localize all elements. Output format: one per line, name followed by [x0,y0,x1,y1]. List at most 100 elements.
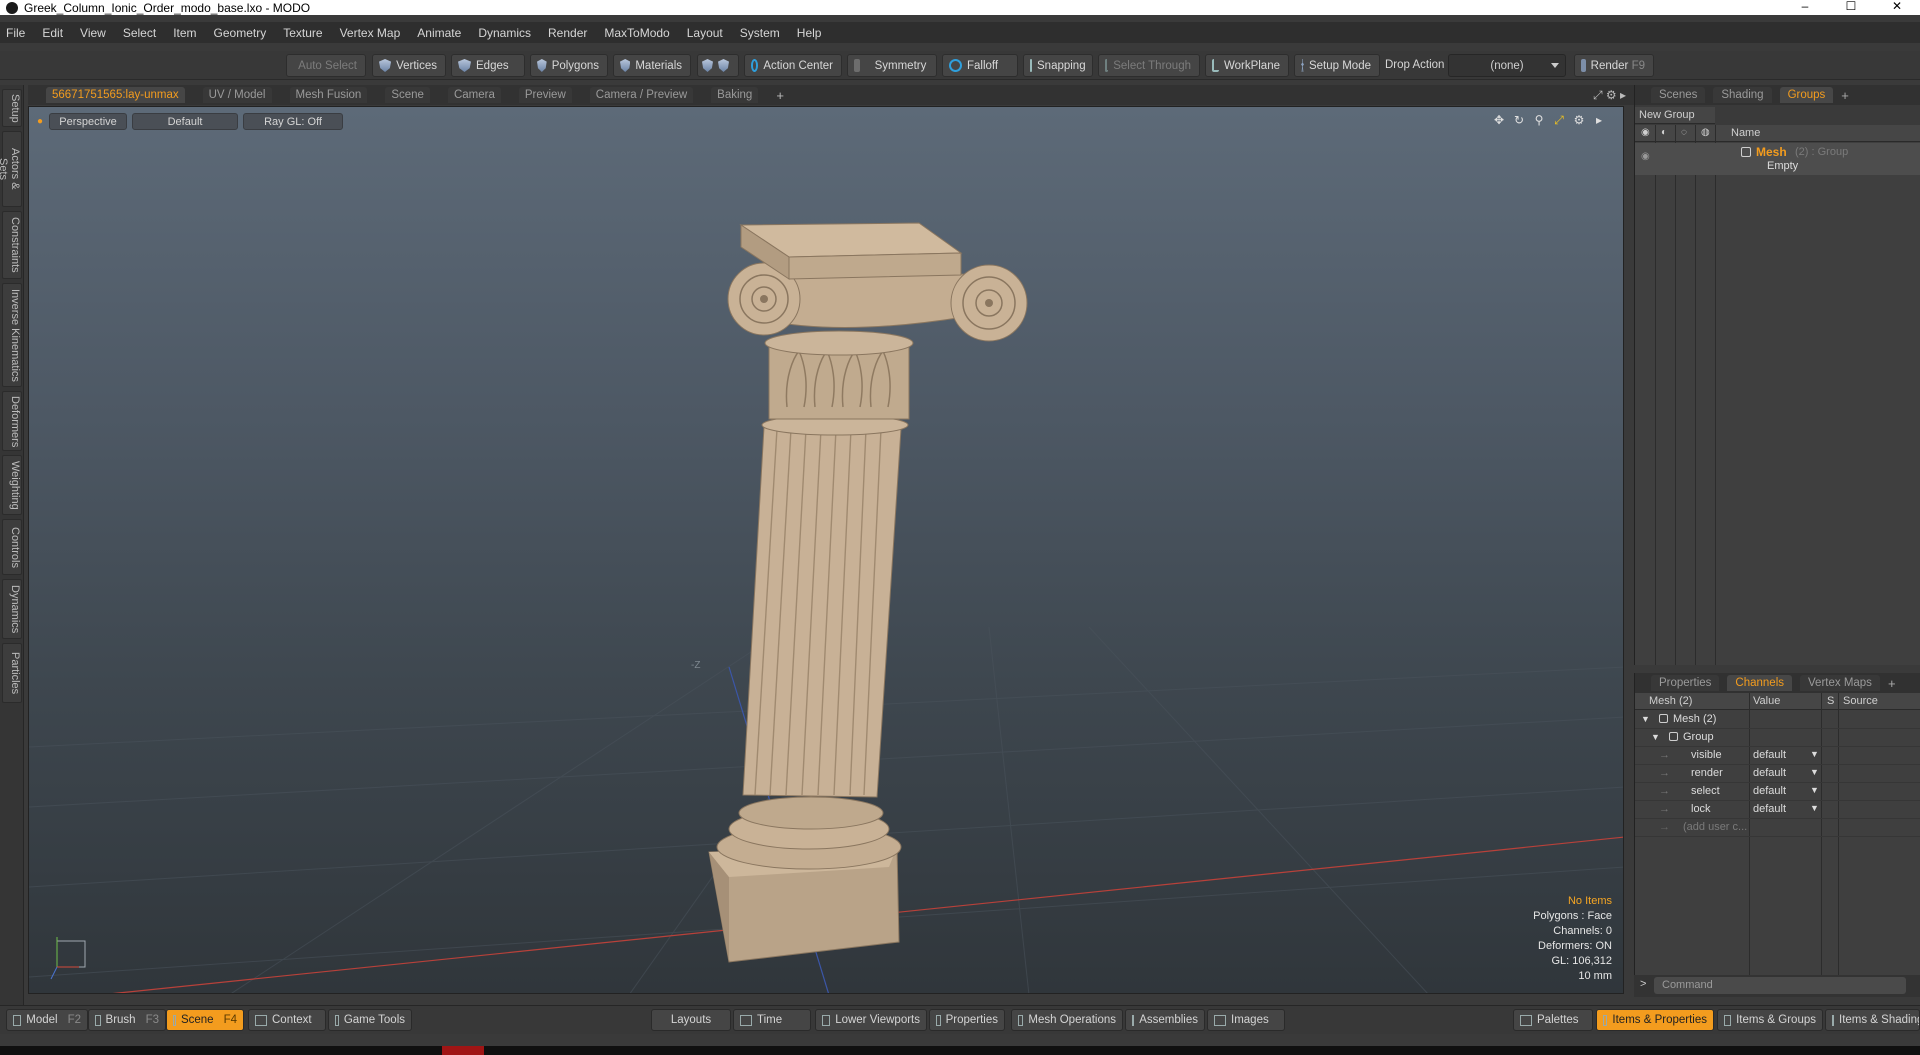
menu-animate[interactable]: Animate [417,26,461,40]
visibility-col-icon[interactable]: ◉ [1641,127,1650,138]
snapping-button[interactable]: Snapping [1023,54,1093,77]
materials-button[interactable]: Materials [613,54,691,77]
tab-preview[interactable]: Preview [518,87,572,103]
workplane-button[interactable]: WorkPlane [1205,54,1289,77]
render-col-icon[interactable]: ◐ [1661,127,1667,138]
menu-select[interactable]: Select [123,26,156,40]
menu-vertex-map[interactable]: Vertex Map [340,26,401,40]
time-button[interactable]: Time [733,1009,811,1031]
menu-maxtomodo[interactable]: MaxToModo [604,26,669,40]
menu-layout[interactable]: Layout [687,26,723,40]
tab-shading[interactable]: Shading [1713,87,1772,103]
tab-inverse-kinematics[interactable]: Inverse Kinematics [2,283,22,387]
lower-viewports-button[interactable]: Lower Viewports [815,1009,927,1031]
tab-camera[interactable]: Camera [447,87,501,103]
tab-scenes[interactable]: Scenes [1651,87,1706,103]
tab-vertex-maps[interactable]: Vertex Maps [1800,675,1880,691]
tree-row-group[interactable]: ▼ Group [1635,729,1920,747]
chevron-down-icon[interactable]: ▼ [1810,785,1819,795]
items-groups-button[interactable]: Items & Groups [1717,1009,1823,1031]
tab-scene[interactable]: Scene [385,87,430,103]
tab-particles[interactable]: Particles [2,643,22,703]
shading-mode-button[interactable]: Default [132,113,239,130]
tab-actors-sets[interactable]: Actors & Sets [0,131,22,207]
element-modes-button[interactable] [697,54,739,77]
tab-weighting[interactable]: Weighting [2,455,22,515]
chevron-down-icon[interactable]: ▼ [1810,749,1819,759]
polygons-button[interactable]: Polygons [530,54,608,77]
tree-row-mesh[interactable]: ▼ Mesh (2) [1635,711,1920,729]
images-button[interactable]: Images [1207,1009,1285,1031]
tab-dynamics[interactable]: Dynamics [2,579,22,639]
mesh-operations-button[interactable]: Mesh Operations [1011,1009,1123,1031]
lock-col-icon[interactable]: ◍ [1701,127,1710,138]
tab-uv-model[interactable]: UV / Model [202,87,272,103]
menu-render[interactable]: Render [548,26,587,40]
select-col-icon[interactable]: ◌ [1681,127,1687,138]
auto-select-button[interactable]: Auto Select [286,54,366,77]
name-column-header[interactable]: Name [1731,127,1760,139]
properties-button[interactable]: Properties [929,1009,1005,1031]
model-layout-button[interactable]: Model F2 [6,1009,88,1031]
pan-icon[interactable]: ✥ [1491,113,1507,129]
edges-button[interactable]: Edges [451,54,525,77]
viewport-menu-icon[interactable]: ● [37,113,43,130]
vertices-button[interactable]: Vertices [372,54,446,77]
channel-row-visible[interactable]: → visible default ▼ [1635,747,1920,765]
tab-groups[interactable]: Groups [1779,87,1834,103]
tab-baking[interactable]: Baking [711,87,759,103]
menu-texture[interactable]: Texture [283,26,322,40]
maximize-button[interactable]: ☐ [1828,0,1874,15]
group-row-mesh[interactable]: ◉ Mesh (2) : Group Empty [1635,143,1920,175]
scene-layout-button[interactable]: Scene F4 [166,1009,244,1031]
viewport-options-icon[interactable]: ⤢ ⚙ ▸ [1593,88,1626,103]
menu-edit[interactable]: Edit [42,26,63,40]
channels-header-source[interactable]: Source [1843,695,1878,707]
tab-layout-unmax[interactable]: 56671751565:lay-unmax [46,87,185,103]
menu-system[interactable]: System [740,26,780,40]
chevron-down-icon[interactable]: ▼ [1810,767,1819,777]
channel-row-select[interactable]: → select default ▼ [1635,783,1920,801]
falloff-button[interactable]: Falloff [942,54,1018,77]
close-button[interactable]: ✕ [1874,0,1920,15]
channel-row-lock[interactable]: → lock default ▼ [1635,801,1920,819]
add-tab-button[interactable]: + [776,88,784,103]
minimize-button[interactable]: – [1782,0,1828,15]
tab-properties[interactable]: Properties [1651,675,1720,691]
tab-constraints[interactable]: Constraints [2,211,22,279]
channel-value[interactable]: default [1753,785,1786,797]
channel-row-render[interactable]: → render default ▼ [1635,765,1920,783]
items-properties-button[interactable]: Items & Properties [1596,1009,1714,1031]
channel-value[interactable]: default [1753,749,1786,761]
tab-channels[interactable]: Channels [1727,675,1793,691]
items-shading-button[interactable]: Items & Shading [1825,1009,1920,1031]
symmetry-button[interactable]: Symmetry [847,54,937,77]
drop-action-select[interactable]: (none) [1448,54,1566,77]
tab-camera-preview[interactable]: Camera / Preview [589,87,694,103]
tab-setup[interactable]: Setup [2,89,22,127]
palettes-button[interactable]: Palettes [1513,1009,1593,1031]
viewport-arrow-icon[interactable]: ▸ [1591,113,1607,129]
chevron-down-icon[interactable]: ▼ [1810,803,1819,813]
perspective-button[interactable]: Perspective [49,113,128,130]
tab-deformers[interactable]: Deformers [2,391,22,451]
menu-geometry[interactable]: Geometry [214,26,267,40]
add-panel-tab-button[interactable]: + [1841,88,1849,103]
expand-arrow-icon[interactable]: ▼ [1651,732,1660,742]
brush-layout-button[interactable]: Brush F3 [88,1009,166,1031]
tab-mesh-fusion[interactable]: Mesh Fusion [289,87,368,103]
menu-item[interactable]: Item [173,26,196,40]
fit-icon[interactable]: ⤢ [1551,113,1567,129]
raygl-button[interactable]: Ray GL: Off [243,113,344,130]
assemblies-button[interactable]: Assemblies [1125,1009,1205,1031]
row-visibility-icon[interactable]: ◉ [1641,151,1650,162]
game-tools-layout-button[interactable]: Game Tools [328,1009,412,1031]
menu-help[interactable]: Help [797,26,822,40]
channels-header-item[interactable]: Mesh (2) [1649,695,1692,707]
channels-header-value[interactable]: Value [1753,695,1780,707]
action-center-button[interactable]: Action Center [744,54,842,77]
rotate-icon[interactable]: ↻ [1511,113,1527,129]
add-user-channel-row[interactable]: → (add user c... [1635,819,1920,837]
expand-arrow-icon[interactable]: ▼ [1641,714,1650,724]
menu-view[interactable]: View [80,26,106,40]
